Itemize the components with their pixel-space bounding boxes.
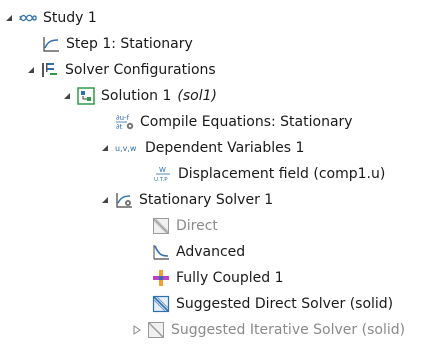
tree-node-label: Stationary Solver 1 xyxy=(139,192,274,208)
fully-coupled-icon xyxy=(152,269,170,287)
tree-node-compile-equations[interactable]: ∂u-f ∂t Compile Equations: Stationary xyxy=(116,110,353,134)
tree-node-stationary-solver[interactable]: Stationary Solver 1 xyxy=(100,188,273,212)
model-builder-tree: Study 1 Step 1: Stationary Solver Config… xyxy=(0,0,439,345)
tree-node-label: Compile Equations: Stationary xyxy=(140,114,353,130)
stationary-solver-icon xyxy=(115,191,133,209)
dependent-variables-icon: u,v,w xyxy=(115,139,139,157)
advanced-icon xyxy=(152,243,170,261)
tree-node-label: Study 1 xyxy=(43,10,97,26)
tree-node-label: Fully Coupled 1 xyxy=(176,270,284,286)
tree-node-label: Dependent Variables 1 xyxy=(145,140,305,156)
tree-node-label: Displacement field (comp1.u) xyxy=(178,166,386,182)
field-variable-icon: W U.T.P xyxy=(154,165,172,183)
tree-node-study-1[interactable]: Study 1 xyxy=(4,6,97,30)
field-icon-text-bottom: U.T.P xyxy=(154,177,168,183)
expand-arrow-icon[interactable] xyxy=(132,318,142,342)
tree-node-fully-coupled[interactable]: Fully Coupled 1 xyxy=(152,266,284,290)
suggested-iterative-solver-icon xyxy=(147,321,165,339)
tree-node-label: Advanced xyxy=(176,244,246,260)
tree-node-label: Step 1: Stationary xyxy=(66,36,193,52)
tree-node-label: Suggested Direct Solver (solid) xyxy=(176,296,394,312)
suggested-direct-solver-icon xyxy=(152,295,170,313)
solution-tag: (sol1) xyxy=(177,88,217,104)
collapse-arrow-icon[interactable] xyxy=(4,6,14,30)
tree-node-label: Solution 1 xyxy=(101,88,172,104)
tree-node-solution-1[interactable]: Solution 1 (sol1) xyxy=(62,84,217,108)
tree-node-advanced[interactable]: Advanced xyxy=(152,240,245,264)
collapse-arrow-icon[interactable] xyxy=(26,58,36,82)
compile-icon-text-bottom: ∂t xyxy=(116,123,123,131)
tree-node-dependent-variables[interactable]: u,v,w Dependent Variables 1 xyxy=(100,136,304,160)
tree-node-displacement-field[interactable]: W U.T.P Displacement field (comp1.u) xyxy=(154,162,385,186)
tree-node-solver-configurations[interactable]: Solver Configurations xyxy=(26,58,216,82)
tree-node-label: Suggested Iterative Solver (solid) xyxy=(171,322,406,338)
tree-node-step-1[interactable]: Step 1: Stationary xyxy=(42,32,193,56)
direct-solver-icon xyxy=(152,217,170,235)
compile-equations-icon: ∂u-f ∂t xyxy=(116,113,134,131)
collapse-arrow-icon[interactable] xyxy=(62,84,72,108)
stationary-step-icon xyxy=(42,35,60,53)
tree-node-label: Solver Configurations xyxy=(65,62,216,78)
tree-node-label: Direct xyxy=(176,218,218,234)
tree-node-suggested-iterative-solver[interactable]: Suggested Iterative Solver (solid) xyxy=(132,318,405,342)
solution-icon xyxy=(77,87,95,105)
collapse-arrow-icon[interactable] xyxy=(100,188,110,212)
field-icon-text-top: W xyxy=(159,166,166,174)
solver-configurations-icon xyxy=(41,61,59,79)
tree-node-direct[interactable]: Direct xyxy=(152,214,218,238)
compile-icon-text-top: ∂u-f xyxy=(116,114,130,122)
collapse-arrow-icon[interactable] xyxy=(100,136,110,160)
dependent-vars-icon-text: u,v,w xyxy=(115,144,137,153)
study-icon xyxy=(19,9,37,27)
tree-node-suggested-direct-solver[interactable]: Suggested Direct Solver (solid) xyxy=(152,292,393,316)
